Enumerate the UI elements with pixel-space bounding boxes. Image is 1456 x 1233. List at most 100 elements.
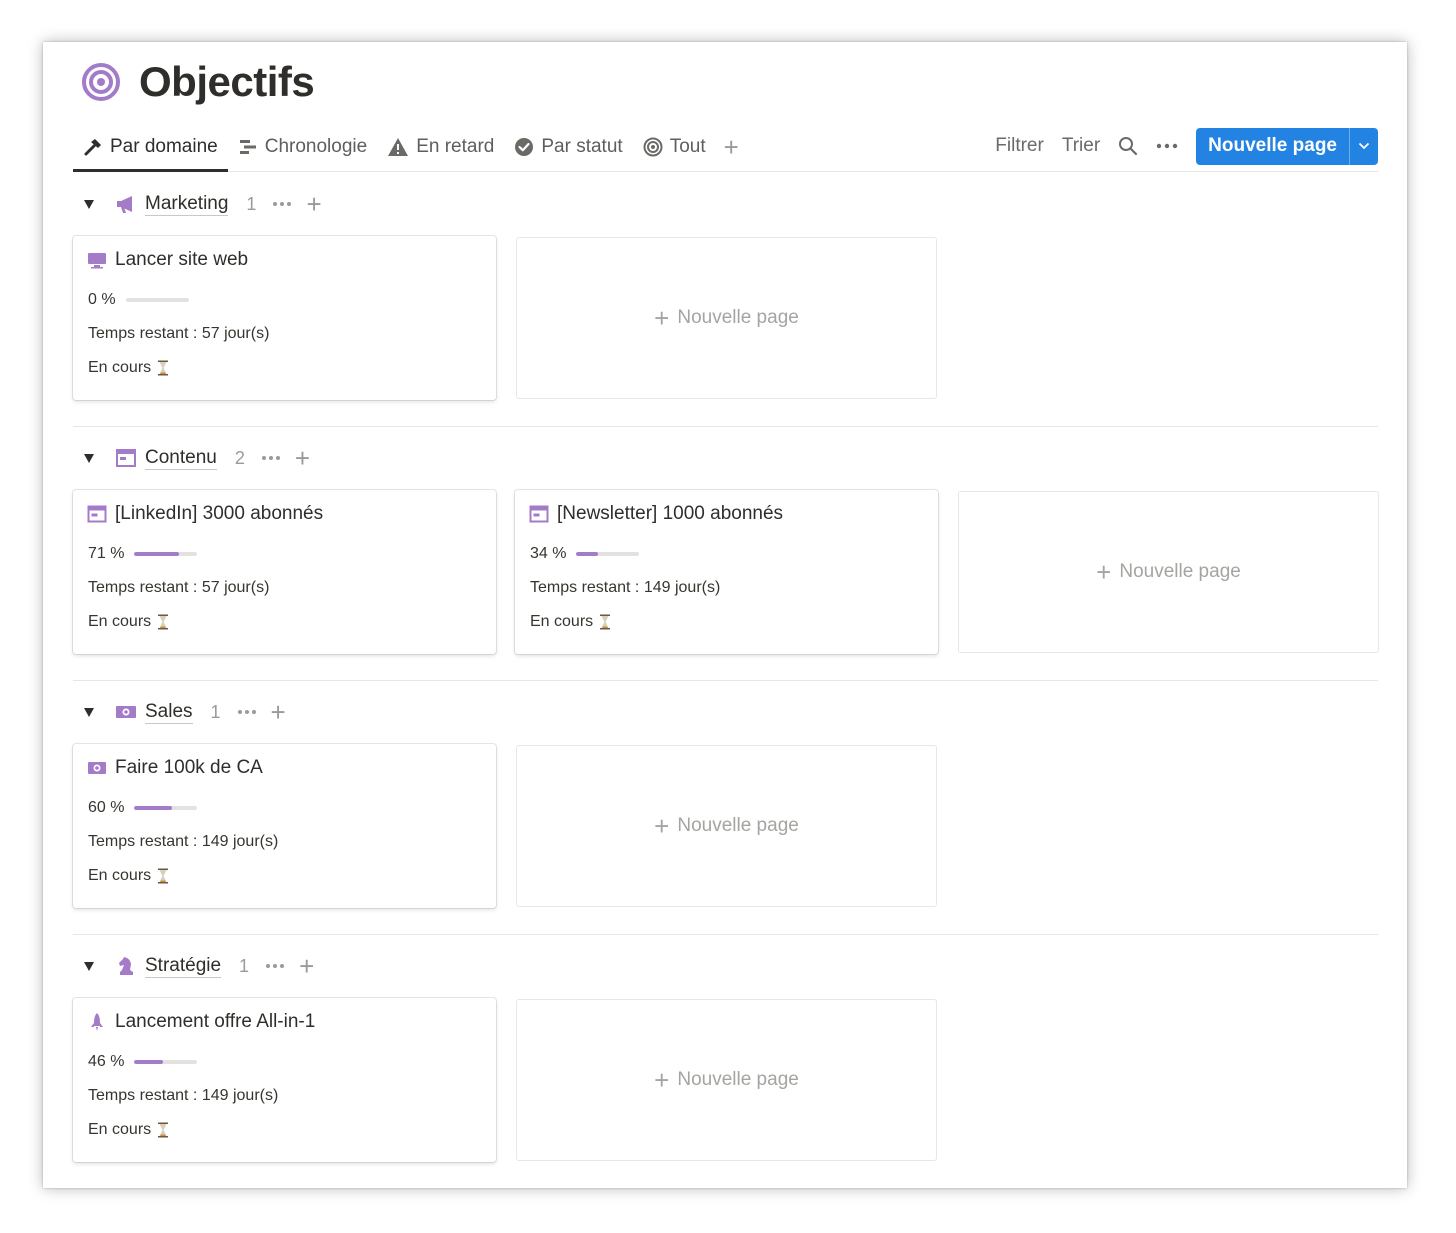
card-title-row: Lancer site web — [87, 249, 248, 271]
time-remaining: Temps restant : 57 jour(s) — [88, 579, 270, 596]
card-title: Faire 100k de CA — [115, 757, 263, 778]
status: En cours — [88, 867, 169, 885]
tab-par-domaine[interactable]: Par domaine — [73, 126, 228, 172]
card-progress: 71 % — [88, 545, 198, 563]
card-newsletter[interactable]: [Newsletter] 1000 abonnés 34 % Temps res… — [515, 490, 938, 654]
money-icon — [116, 706, 136, 718]
new-page-card[interactable]: + Nouvelle page — [516, 999, 937, 1161]
chess-knight-icon — [119, 957, 133, 975]
progress-bar — [576, 552, 640, 556]
progress-bar-fill — [134, 552, 180, 556]
add-view-button[interactable]: + — [716, 126, 747, 168]
hourglass-icon — [158, 1122, 169, 1138]
plus-icon: + — [1096, 557, 1112, 587]
group-divider — [73, 934, 1378, 935]
group-more-button[interactable] — [272, 201, 292, 207]
caret-down-icon[interactable] — [83, 960, 95, 972]
group-strategie: Stratégie 1 + Lancement offre All-in-1 4… — [73, 951, 1378, 1171]
card-title: [LinkedIn] 3000 abonnés — [115, 503, 324, 524]
sort-button[interactable]: Trier — [1062, 135, 1100, 157]
group-more-button[interactable] — [237, 709, 257, 715]
target-icon — [643, 137, 663, 157]
group-header: Sales 1 + — [73, 697, 286, 727]
group-header: Marketing 1 + — [73, 189, 322, 219]
group-name[interactable]: Stratégie — [145, 955, 222, 978]
card-title-row: [Newsletter] 1000 abonnés — [529, 503, 783, 525]
group-name[interactable]: Contenu — [145, 447, 217, 470]
caret-down-icon[interactable] — [83, 198, 95, 210]
search-button[interactable] — [1118, 136, 1138, 156]
new-page-card-label: Nouvelle page — [677, 1069, 799, 1090]
status: En cours — [88, 359, 169, 377]
tab-tout[interactable]: Tout — [633, 126, 716, 168]
group-divider — [73, 426, 1378, 427]
caret-down-icon[interactable] — [83, 452, 95, 464]
warning-icon — [388, 138, 409, 156]
target-icon[interactable] — [81, 62, 121, 102]
status-label: En cours — [530, 613, 594, 630]
group-add-button[interactable]: + — [306, 191, 321, 217]
progress-bar-fill — [134, 1060, 164, 1064]
progress-bar — [134, 552, 198, 556]
more-icon — [273, 202, 292, 206]
plus-icon: + — [654, 1065, 670, 1095]
more-icon — [266, 964, 285, 968]
group-sales: Sales 1 + Faire 100k de CA 60 % Temps re… — [73, 697, 1378, 917]
check-circle-icon — [515, 138, 534, 156]
page-title[interactable]: Objectifs — [139, 58, 315, 106]
timeline-icon — [239, 140, 256, 154]
group-add-button[interactable]: + — [295, 445, 310, 471]
search-icon — [1119, 137, 1138, 156]
tab-par-statut[interactable]: Par statut — [504, 126, 632, 168]
new-page-button-label[interactable]: Nouvelle page — [1196, 128, 1349, 165]
new-page-card[interactable]: + Nouvelle page — [958, 491, 1379, 653]
hammer-icon — [84, 139, 101, 156]
progress-bar — [125, 298, 189, 302]
group-add-button[interactable]: + — [299, 953, 314, 979]
card-linkedin[interactable]: [LinkedIn] 3000 abonnés 71 % Temps resta… — [73, 490, 496, 654]
group-contenu: Contenu 2 + [LinkedIn] 3000 abonnés 71 %… — [73, 443, 1379, 663]
group-name[interactable]: Sales — [145, 701, 193, 724]
more-icon — [261, 456, 280, 460]
new-page-card-label: Nouvelle page — [677, 307, 799, 328]
money-icon — [88, 762, 106, 774]
tab-en-retard[interactable]: En retard — [377, 126, 504, 168]
new-page-dropdown[interactable] — [1349, 127, 1378, 165]
caret-down-icon[interactable] — [83, 706, 95, 718]
computer-icon — [88, 253, 106, 269]
time-remaining: Temps restant : 149 jour(s) — [88, 833, 279, 850]
group-count: 1 — [210, 701, 221, 722]
more-options-button[interactable] — [1156, 143, 1178, 149]
new-page-button[interactable]: Nouvelle page — [1196, 127, 1378, 165]
status: En cours — [88, 613, 169, 631]
new-page-card[interactable]: + Nouvelle page — [516, 237, 937, 399]
chevron-down-icon — [1358, 142, 1370, 150]
hourglass-icon — [158, 868, 169, 884]
more-icon — [237, 710, 256, 714]
new-page-card-label: Nouvelle page — [677, 815, 799, 836]
time-remaining: Temps restant : 57 jour(s) — [88, 325, 270, 342]
card-lancement-offre[interactable]: Lancement offre All-in-1 46 % Temps rest… — [73, 998, 496, 1162]
hourglass-icon — [158, 614, 169, 630]
card-progress: 60 % — [88, 799, 198, 817]
time-remaining: Temps restant : 149 jour(s) — [530, 579, 721, 596]
card-faire-100k[interactable]: Faire 100k de CA 60 % Temps restant : 14… — [73, 744, 496, 908]
group-more-button[interactable] — [265, 963, 285, 969]
card-progress: 34 % — [530, 545, 640, 563]
group-more-button[interactable] — [261, 455, 281, 461]
progress-bar — [134, 1060, 198, 1064]
progress-bar-fill — [576, 552, 598, 556]
group-marketing: Marketing 1 + Lancer site web 0 % Temps … — [73, 189, 1378, 409]
tab-chronologie[interactable]: Chronologie — [228, 126, 377, 168]
filter-button[interactable]: Filtrer — [995, 135, 1044, 157]
group-name[interactable]: Marketing — [145, 193, 229, 216]
group-count: 1 — [246, 193, 257, 214]
card-lancer-site-web[interactable]: Lancer site web 0 % Temps restant : 57 j… — [73, 236, 496, 400]
status: En cours — [530, 613, 611, 631]
notion-window: Objectifs Par domaine Chronologie En ret… — [43, 42, 1407, 1188]
card-title: [Newsletter] 1000 abonnés — [557, 503, 784, 524]
new-page-card[interactable]: + Nouvelle page — [516, 745, 937, 907]
page-header: Objectifs — [81, 58, 315, 106]
group-add-button[interactable]: + — [271, 699, 286, 725]
card-title: Lancer site web — [115, 249, 249, 270]
